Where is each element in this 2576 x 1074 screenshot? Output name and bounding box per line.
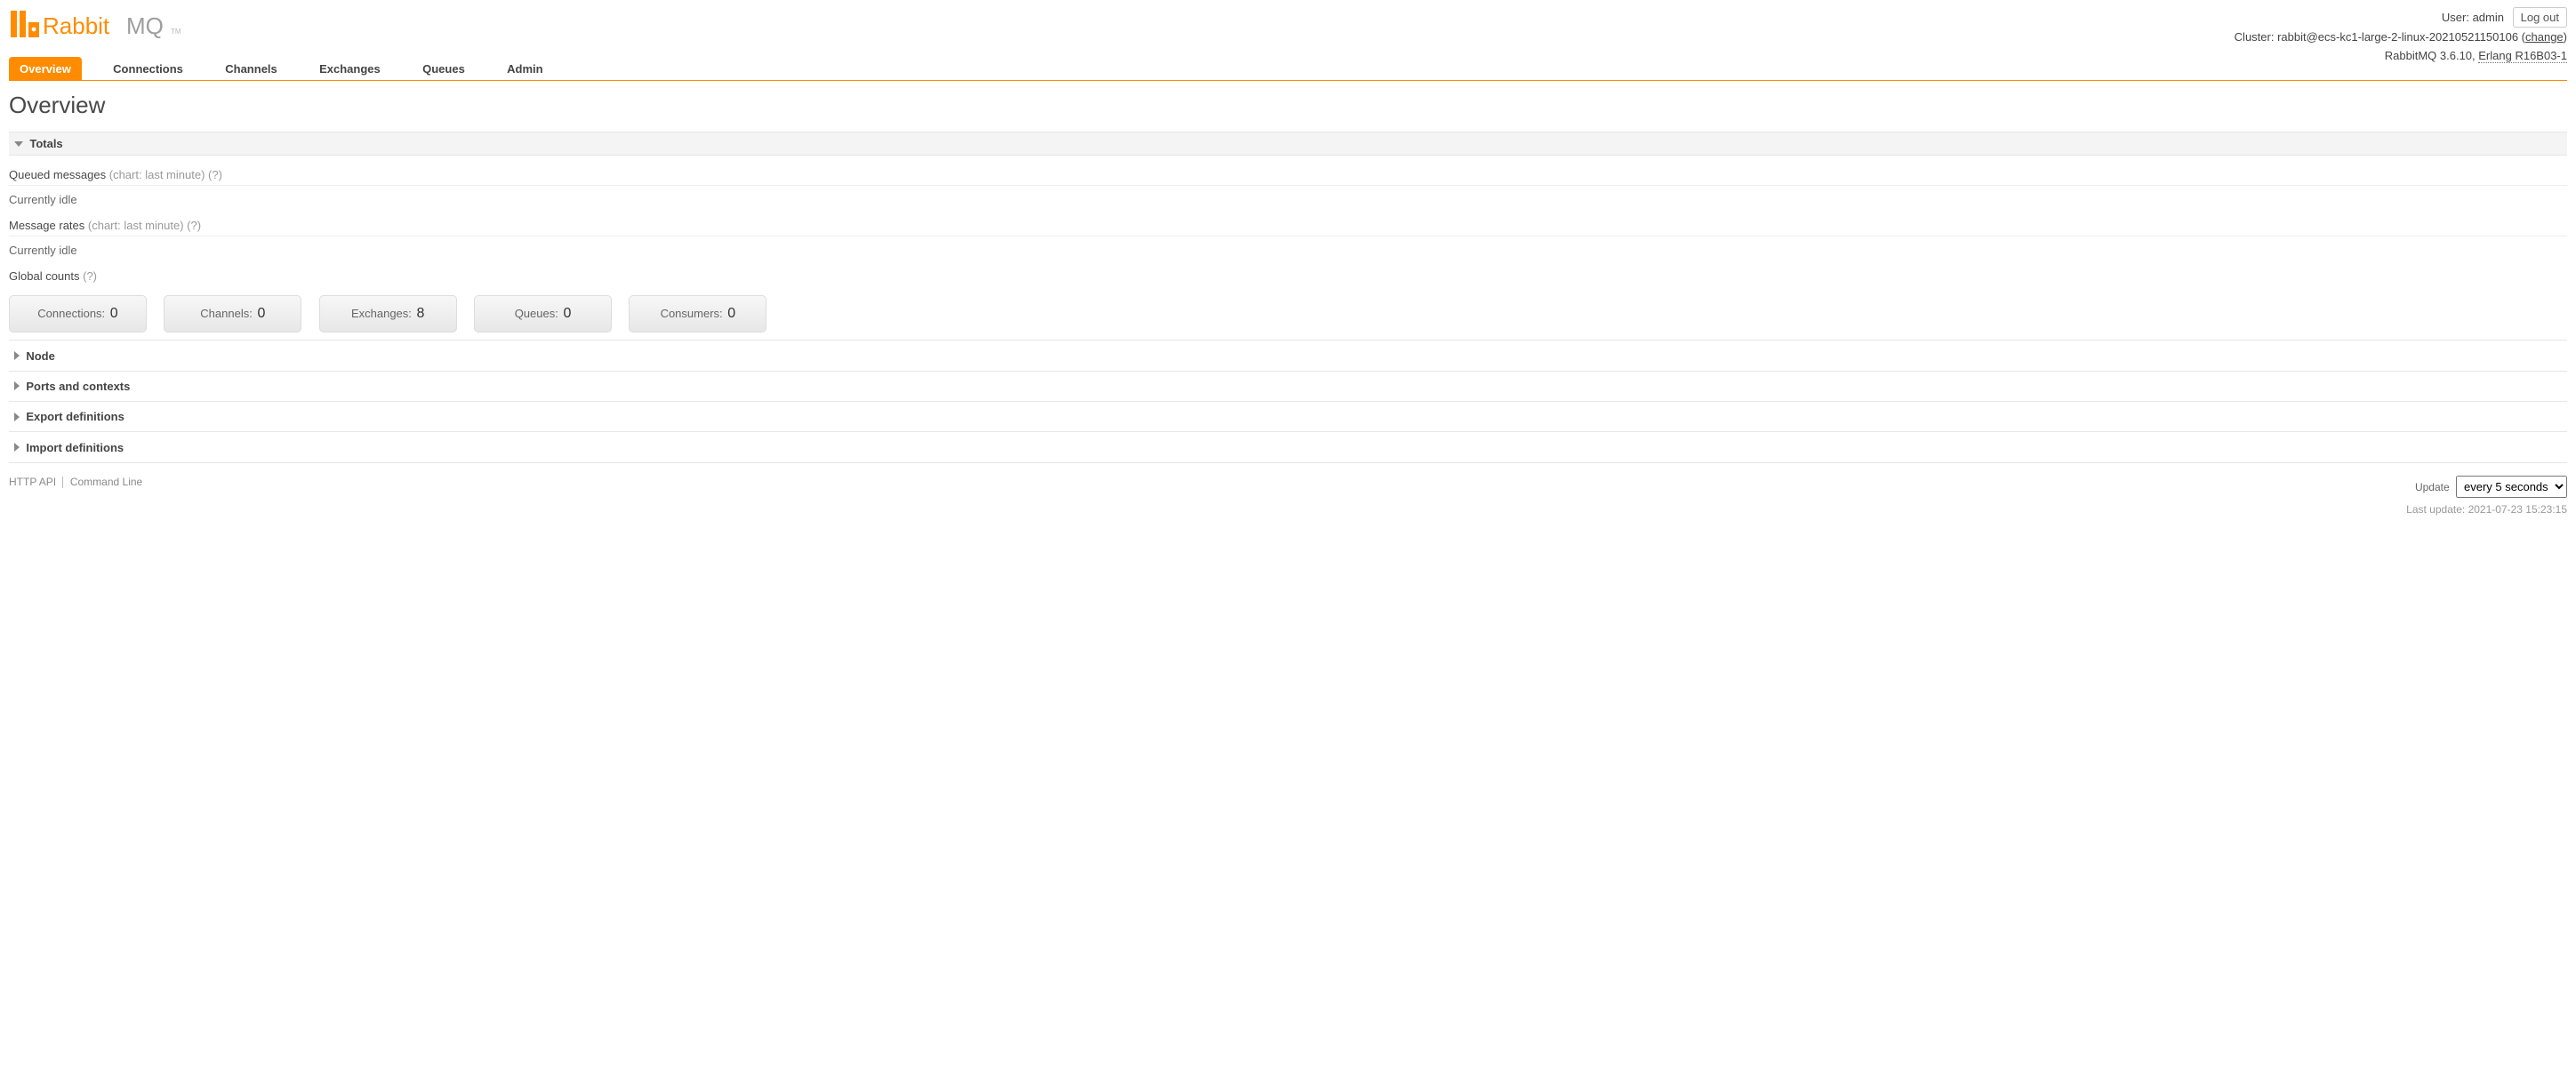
page-title: Overview	[9, 92, 2567, 119]
chevron-right-icon	[14, 413, 20, 421]
last-update-time: 2021-07-23 15:23:15	[2468, 503, 2567, 516]
chevron-right-icon	[14, 351, 20, 360]
count-channels[interactable]: Channels: 0	[164, 295, 301, 333]
change-cluster-link[interactable]: change	[2525, 30, 2564, 44]
chevron-right-icon	[14, 381, 20, 390]
section-totals: Totals Queued messages (chart: last minu…	[9, 132, 2567, 338]
cluster-name: rabbit@ecs-kc1-large-2-linux-20210521150…	[2277, 30, 2518, 44]
chevron-right-icon	[14, 443, 20, 452]
rabbitmq-version: RabbitMQ 3.6.10,	[2385, 49, 2476, 62]
section-totals-header[interactable]: Totals	[9, 132, 2567, 156]
help-icon[interactable]: (?)	[208, 168, 222, 181]
tab-channels[interactable]: Channels	[214, 57, 288, 80]
tab-overview[interactable]: Overview	[9, 57, 82, 80]
rabbitmq-logo: Rabbit MQ TM	[9, 7, 205, 43]
separator	[62, 477, 63, 488]
footer-left: HTTP API Command Line	[9, 476, 2567, 488]
count-connections[interactable]: Connections: 0	[9, 295, 147, 333]
user-name: admin	[2473, 11, 2504, 24]
logout-button[interactable]: Log out	[2513, 7, 2567, 28]
top-nav: User: admin Log out Cluster: rabbit@ecs-…	[2235, 7, 2567, 65]
section-totals-title: Totals	[29, 137, 62, 150]
message-rates-heading: Message rates (chart: last minute) (?)	[9, 210, 2567, 236]
count-exchanges[interactable]: Exchanges: 8	[319, 295, 457, 333]
update-label: Update	[2415, 481, 2450, 493]
global-counts: Connections: 0 Channels: 0 Exchanges: 8 …	[9, 295, 2567, 333]
section-ports-and-contexts[interactable]: Ports and contexts	[9, 372, 2567, 402]
global-counts-heading: Global counts (?)	[9, 260, 2567, 286]
logo-link[interactable]: Rabbit MQ TM	[9, 7, 205, 43]
tab-admin[interactable]: Admin	[496, 57, 553, 80]
svg-text:Rabbit: Rabbit	[43, 12, 110, 39]
help-icon[interactable]: (?)	[187, 219, 201, 232]
message-rates-status: Currently idle	[9, 236, 2567, 260]
section-import-definitions[interactable]: Import definitions	[9, 432, 2567, 462]
tab-connections[interactable]: Connections	[102, 57, 194, 80]
svg-text:TM: TM	[171, 28, 181, 36]
user-label: User:	[2442, 11, 2469, 24]
svg-text:MQ: MQ	[126, 12, 164, 39]
command-line-link[interactable]: Command Line	[70, 476, 142, 488]
help-icon[interactable]: (?)	[83, 269, 97, 283]
count-queues[interactable]: Queues: 0	[474, 295, 612, 333]
http-api-link[interactable]: HTTP API	[9, 476, 56, 488]
main-tabs: Overview Connections Channels Exchanges …	[9, 57, 2567, 81]
section-node[interactable]: Node	[9, 340, 2567, 371]
update-interval-select[interactable]: every 5 seconds	[2456, 476, 2567, 498]
last-update-label: Last update:	[2406, 503, 2465, 516]
queued-messages-heading: Queued messages (chart: last minute) (?)	[9, 159, 2567, 186]
footer-right: Update every 5 seconds Last update: 2021…	[2406, 476, 2567, 516]
erlang-version[interactable]: Erlang R16B03-1	[2478, 49, 2567, 63]
queued-messages-status: Currently idle	[9, 186, 2567, 210]
section-export-definitions[interactable]: Export definitions	[9, 402, 2567, 432]
cluster-label: Cluster:	[2235, 30, 2275, 44]
tab-queues[interactable]: Queues	[412, 57, 476, 80]
count-consumers[interactable]: Consumers: 0	[629, 295, 766, 333]
tab-exchanges[interactable]: Exchanges	[309, 57, 391, 80]
chevron-down-icon	[14, 141, 23, 147]
